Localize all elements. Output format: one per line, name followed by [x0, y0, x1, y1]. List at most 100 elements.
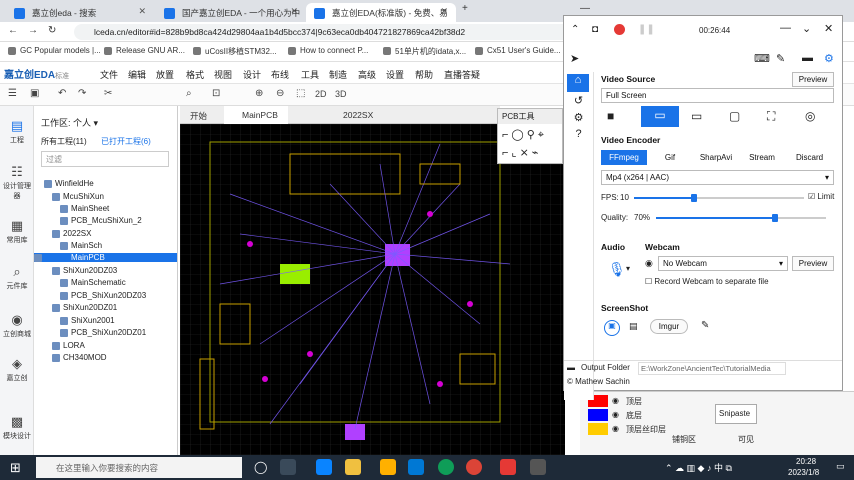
tab-2022sx[interactable]: 2022SX: [325, 106, 383, 124]
tree-project[interactable]: 2022SX: [52, 229, 91, 238]
chrome-app[interactable]: [466, 459, 482, 475]
source-field[interactable]: Full Screen: [601, 88, 834, 103]
browser-tab-active[interactable]: 嘉立创EDA(标准版) - 免费、易 ✕: [306, 3, 456, 22]
quality-slider-thumb[interactable]: [772, 214, 778, 222]
menu-view[interactable]: 视图: [214, 68, 232, 81]
camera-icon[interactable]: ◘: [592, 24, 598, 35]
menu-help[interactable]: 帮助: [415, 68, 433, 81]
zoom-fit-icon[interactable]: ⊡: [212, 88, 220, 99]
zoom-out-icon[interactable]: ⊖: [276, 88, 284, 99]
quality-slider[interactable]: [656, 214, 826, 222]
tree-project[interactable]: CH340MOD: [52, 353, 107, 362]
tree-user[interactable]: WinfieldHe: [44, 179, 94, 188]
save-icon[interactable]: ▣: [30, 88, 39, 99]
close-icon[interactable]: ✕: [824, 22, 833, 35]
view-2d-button[interactable]: 2D: [315, 89, 327, 99]
tab-mainpcb[interactable]: MainPCB: [224, 106, 288, 124]
eye-icon[interactable]: ◉: [612, 424, 619, 433]
forward-icon[interactable]: →: [28, 25, 38, 36]
folder-icon[interactable]: ▬: [802, 52, 813, 64]
pen-icon[interactable]: ✎: [776, 52, 785, 65]
tab-start[interactable]: 开始: [180, 106, 217, 124]
eye-icon[interactable]: ◉: [612, 396, 619, 405]
rail-lcsc[interactable]: ◉ 立创商城: [0, 312, 34, 339]
browser-tab[interactable]: 国产嘉立创EDA - 一个用心为中 ✕: [156, 3, 306, 22]
menu-edit[interactable]: 编辑: [128, 68, 146, 81]
rail-common-lib[interactable]: ▦ 常用库: [0, 218, 34, 245]
encoder-discard[interactable]: Discard: [785, 150, 834, 165]
menu-format[interactable]: 格式: [186, 68, 204, 81]
mail-app[interactable]: [316, 459, 332, 475]
folder-icon[interactable]: ▬: [567, 363, 575, 372]
undo-icon[interactable]: ↶: [58, 88, 66, 99]
rail-project[interactable]: ▤ 工程: [0, 118, 34, 145]
separate-webcam-checkbox[interactable]: ☐ Record Webcam to separate file: [645, 277, 769, 286]
help-icon[interactable]: ?: [564, 128, 593, 140]
back-icon[interactable]: ←: [8, 25, 18, 36]
menu-place[interactable]: 放置: [156, 68, 174, 81]
clipboard-icon[interactable]: ▤: [629, 321, 638, 332]
cut-icon[interactable]: ✂: [104, 88, 112, 99]
layer-color-silk[interactable]: [588, 423, 608, 435]
output-path-field[interactable]: E:\WorkZone\AncientTec\TutorialMedia: [638, 362, 786, 375]
rail-components[interactable]: ⌕ 元件库: [0, 264, 34, 291]
imgur-button[interactable]: Imgur: [650, 319, 688, 334]
window-icon[interactable]: ▢: [729, 109, 740, 123]
menu-settings[interactable]: 设置: [386, 68, 404, 81]
tree-project[interactable]: McuShiXun: [52, 192, 104, 201]
gear-icon[interactable]: ⚙: [564, 111, 593, 124]
webcam-preview-button[interactable]: Preview: [792, 256, 834, 271]
view-3d-button[interactable]: 3D: [335, 89, 347, 99]
encoder-gif[interactable]: Gif: [647, 150, 693, 165]
disk-icon[interactable]: ▣: [604, 320, 620, 336]
menu-file[interactable]: 文件: [100, 68, 118, 81]
menu-advanced[interactable]: 高级: [358, 68, 376, 81]
workspace-selector[interactable]: 工作区: 个人 ▾: [41, 116, 98, 129]
explorer-app[interactable]: [345, 459, 361, 475]
rail-module[interactable]: ▩ 模块设计: [0, 414, 34, 441]
reload-icon[interactable]: ↻: [48, 25, 56, 36]
region-icon[interactable]: ⛶: [767, 109, 775, 124]
search-icon[interactable]: ⌕: [186, 88, 192, 99]
bookmark[interactable]: uCosII移植STM32...: [193, 46, 277, 57]
close-icon[interactable]: ✕: [290, 6, 298, 17]
windows-start-icon[interactable]: ⊞: [10, 460, 21, 476]
vscode-app[interactable]: [408, 459, 424, 475]
menu-fabrication[interactable]: 制造: [329, 68, 347, 81]
bookmark[interactable]: How to connect P...: [288, 46, 368, 55]
tree-project[interactable]: ShiXun20DZ03: [52, 266, 117, 275]
notification-icon[interactable]: ▭: [836, 461, 845, 472]
encoder-stream[interactable]: Stream: [739, 150, 785, 165]
keyboard-icon[interactable]: ⌨: [754, 52, 770, 65]
recorder-app[interactable]: [530, 459, 546, 475]
monitor-icon[interactable]: ▭: [691, 109, 702, 123]
codec-select[interactable]: Mp4 (x264 | AAC) ▾: [601, 170, 834, 185]
menu-route[interactable]: 布线: [271, 68, 289, 81]
tray-icons[interactable]: ⌃ ☁ ▥ ◆ ♪ 中 ⧉: [665, 461, 732, 474]
close-icon[interactable]: ✕: [138, 6, 146, 17]
history-icon[interactable]: ↺: [564, 94, 593, 107]
rail-jlc[interactable]: ◈ 嘉立创: [0, 356, 34, 383]
taskbar-search[interactable]: 在这里输入你要搜索的内容: [36, 457, 242, 478]
menu-live-qa[interactable]: 直播答疑: [444, 68, 480, 81]
menu-design[interactable]: 设计: [243, 68, 261, 81]
chevron-down-icon[interactable]: ⌄: [802, 22, 811, 35]
filter-input[interactable]: 过滤: [41, 151, 169, 167]
fps-slider-thumb[interactable]: [690, 194, 697, 202]
gamepad-icon[interactable]: ◎: [805, 109, 815, 123]
eye-icon[interactable]: ◉: [612, 410, 619, 419]
taskbar-time[interactable]: 20:28: [796, 457, 816, 466]
menu-icon[interactable]: ☰: [8, 88, 17, 99]
bookmark[interactable]: GC Popular models |...: [8, 46, 101, 55]
tree-pcb[interactable]: PCB_McuShiXun_2: [60, 216, 142, 225]
chevron-down-icon[interactable]: ▾: [626, 264, 630, 273]
encoder-sharpavi[interactable]: SharpAvi: [693, 150, 739, 165]
limit-checkbox[interactable]: ☑ Limit: [808, 192, 834, 201]
edge-app[interactable]: [438, 459, 454, 475]
pause-icon[interactable]: ❚❚: [638, 24, 655, 35]
tree-pcb[interactable]: PCB_ShiXun20DZ03: [60, 291, 146, 300]
browser-tab[interactable]: 嘉立创eda - 搜索 ✕: [6, 3, 154, 22]
folder-app[interactable]: [380, 459, 396, 475]
rail-design-manager[interactable]: ☷ 设计管理器: [0, 164, 34, 201]
webcam-select[interactable]: No Webcam ▾: [658, 256, 788, 271]
